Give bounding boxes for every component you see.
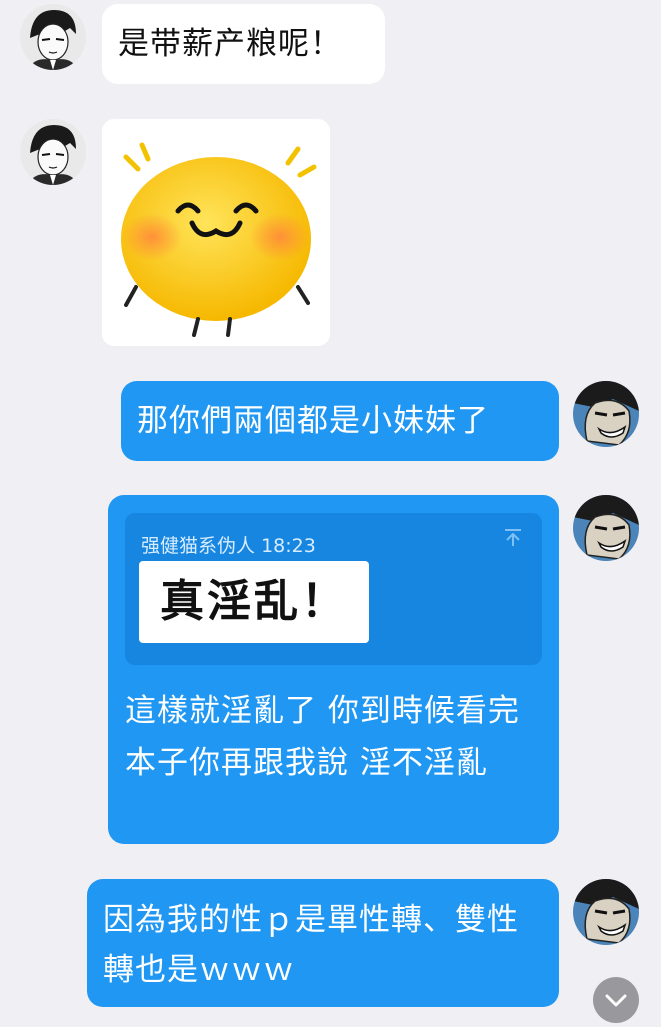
avatar-grinning-character-icon bbox=[573, 879, 639, 945]
message-bubble-outgoing[interactable]: 那你們兩個都是小妹妹了 bbox=[121, 381, 559, 461]
quoted-sticker-text: 真淫乱！ bbox=[139, 561, 369, 643]
message-text: 那你們兩個都是小妹妹了 bbox=[137, 403, 489, 439]
shy-emoji-sticker-icon bbox=[121, 142, 317, 337]
chevron-down-icon bbox=[605, 994, 627, 1007]
avatar[interactable] bbox=[20, 119, 86, 185]
avatar-manga-character-icon bbox=[20, 119, 86, 185]
quoted-message[interactable]: 强健猫系伪人 18:23 真淫乱！ bbox=[125, 513, 542, 665]
message-bubble-incoming[interactable]: 是带薪产粮呢！ bbox=[102, 4, 385, 84]
quoted-time: 18:23 bbox=[261, 535, 316, 557]
quoted-message-meta: 强健猫系伪人 18:23 bbox=[141, 531, 316, 558]
avatar[interactable] bbox=[573, 381, 639, 447]
message-text: 因為我的性ｐ是單性轉、雙性轉也是ｗｗｗ bbox=[103, 902, 519, 988]
reply-message-bubble[interactable]: 强健猫系伪人 18:23 真淫乱！ 這樣就淫亂了 你到時候看完本子你再跟我說 淫… bbox=[108, 495, 559, 844]
message-text: 這樣就淫亂了 你到時候看完本子你再跟我說 淫不淫亂 bbox=[125, 693, 520, 781]
message-bubble-outgoing[interactable]: 因為我的性ｐ是單性轉、雙性轉也是ｗｗｗ bbox=[87, 879, 559, 1007]
avatar-manga-character-icon bbox=[20, 4, 86, 70]
avatar[interactable] bbox=[573, 495, 639, 561]
quoted-sender: 强健猫系伪人 bbox=[141, 535, 256, 557]
avatar[interactable] bbox=[573, 879, 639, 945]
pin-top-icon[interactable] bbox=[502, 527, 524, 553]
avatar-grinning-character-icon bbox=[573, 381, 639, 447]
avatar-grinning-character-icon bbox=[573, 495, 639, 561]
sticker-message[interactable] bbox=[102, 119, 330, 346]
scroll-to-bottom-button[interactable] bbox=[593, 977, 639, 1023]
avatar[interactable] bbox=[20, 4, 86, 70]
message-text: 是带薪产粮呢！ bbox=[118, 26, 342, 62]
